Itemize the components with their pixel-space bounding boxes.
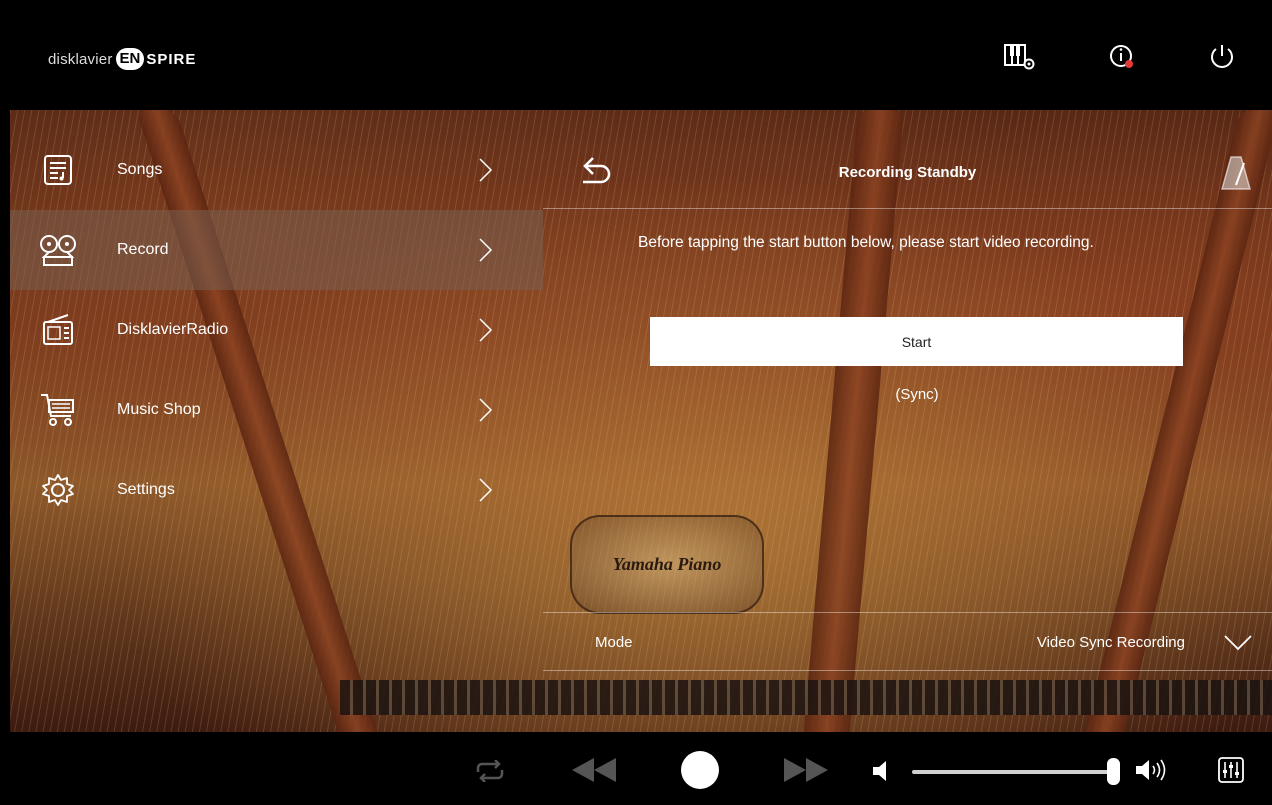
- mode-divider-bottom: [543, 670, 1272, 671]
- chevron-right-icon: [479, 318, 493, 342]
- transport-bar: [10, 732, 1272, 805]
- repeat-icon[interactable]: [470, 756, 510, 786]
- sidebar-item-disklavier-radio[interactable]: DisklavierRadio: [10, 290, 543, 370]
- sidebar-item-settings[interactable]: Settings: [10, 450, 543, 530]
- brand-prefix: disklavier: [48, 50, 113, 68]
- volume-slider-handle[interactable]: [1107, 758, 1121, 785]
- chevron-down-icon[interactable]: [1222, 630, 1254, 654]
- sidebar-item-songs[interactable]: Songs: [10, 130, 543, 210]
- metronome-icon[interactable]: [1220, 155, 1252, 191]
- chevron-right-icon: [479, 238, 493, 262]
- info-icon[interactable]: [1105, 40, 1139, 74]
- tape-recorder-icon: [38, 230, 78, 270]
- brand-badge: EN: [115, 48, 145, 70]
- sidebar-item-record[interactable]: Record: [10, 210, 543, 290]
- sidebar-item-label: Music Shop: [117, 401, 201, 418]
- header-divider: [543, 208, 1272, 209]
- sidebar-item-label: Record: [117, 241, 169, 258]
- radio-icon: [38, 310, 78, 350]
- chevron-right-icon: [479, 478, 493, 502]
- mode-value: Video Sync Recording: [1036, 634, 1185, 651]
- sidebar-item-label: Songs: [117, 161, 163, 178]
- top-bar: disklavier EN SPIRE: [10, 0, 1272, 110]
- brand-suffix: SPIRE: [146, 50, 197, 68]
- sidebar-item-music-shop[interactable]: Music Shop: [10, 370, 543, 450]
- volume-low-icon[interactable]: [868, 758, 892, 784]
- recording-standby-panel: Recording Standby Before tapping the sta…: [543, 130, 1272, 732]
- piano-settings-icon[interactable]: [1003, 40, 1037, 74]
- start-button[interactable]: Start: [650, 317, 1183, 366]
- volume-slider[interactable]: [912, 770, 1120, 774]
- brand-logo: disklavier EN SPIRE: [48, 48, 196, 70]
- gear-icon: [38, 470, 78, 510]
- chevron-right-icon: [479, 398, 493, 422]
- sidebar-item-label: Settings: [117, 481, 175, 498]
- songs-list-icon: [38, 150, 78, 190]
- volume-high-icon[interactable]: [1133, 756, 1169, 784]
- sync-label: (Sync): [895, 386, 939, 403]
- sidebar-item-label: DisklavierRadio: [117, 321, 229, 338]
- instruction-text: Before tapping the start button below, p…: [638, 234, 1094, 251]
- chevron-right-icon: [479, 158, 493, 182]
- rewind-icon[interactable]: [568, 754, 620, 786]
- power-icon[interactable]: [1205, 40, 1239, 74]
- mixer-icon[interactable]: [1214, 753, 1248, 787]
- sidebar-nav: Songs Record DisklavierRadio Music Shop …: [10, 130, 543, 530]
- mode-selector[interactable]: Mode Video Sync Recording: [543, 612, 1272, 670]
- page-title: Recording Standby: [838, 164, 977, 181]
- mode-label: Mode: [595, 634, 633, 651]
- record-icon[interactable]: [680, 750, 720, 790]
- fast-forward-icon[interactable]: [780, 754, 832, 786]
- shopping-cart-icon: [38, 390, 78, 430]
